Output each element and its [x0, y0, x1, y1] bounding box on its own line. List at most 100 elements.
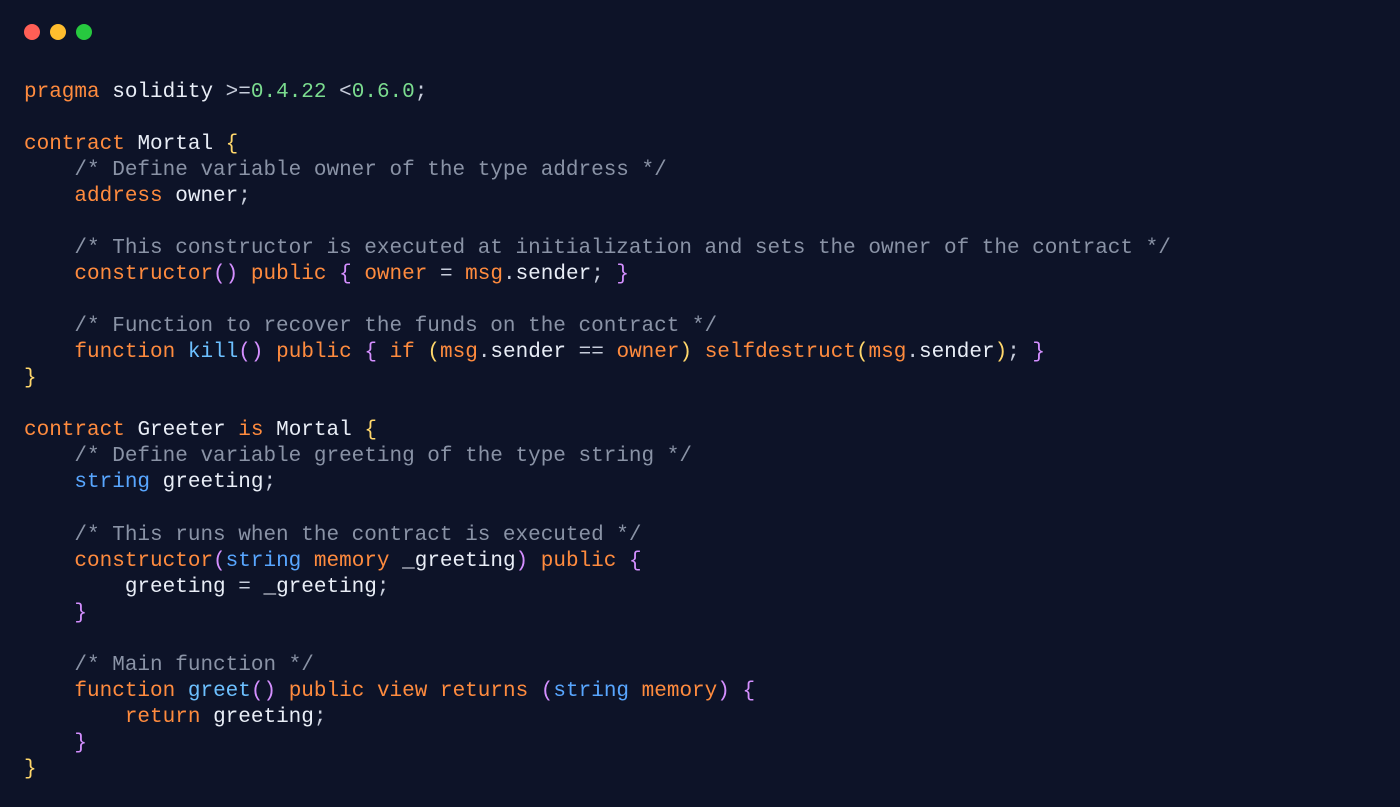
code-line: } [24, 757, 1376, 783]
minimize-icon[interactable] [50, 24, 66, 40]
code-token [301, 550, 314, 573]
code-token: /* Define variable owner of the type add… [74, 159, 666, 182]
code-token: owner [616, 341, 679, 364]
maximize-icon[interactable] [76, 24, 92, 40]
code-token: string [553, 680, 629, 703]
code-token: owner [364, 263, 427, 286]
code-token: public [276, 341, 352, 364]
code-token [24, 185, 74, 208]
code-token: ( [541, 680, 554, 703]
code-token: /* This runs when the contract is execut… [74, 524, 641, 547]
code-token [263, 419, 276, 442]
code-token [100, 81, 113, 104]
code-token: Mortal [276, 419, 352, 442]
code-line [24, 497, 1376, 523]
code-line [24, 392, 1376, 418]
code-token [427, 680, 440, 703]
code-token [24, 263, 74, 286]
code-token: { [364, 419, 377, 442]
code-token: is [238, 419, 263, 442]
code-token: msg [869, 341, 907, 364]
code-token [24, 680, 74, 703]
code-line: } [24, 601, 1376, 627]
code-token: /* Define variable greeting of the type … [74, 445, 692, 468]
code-token: ) [516, 550, 529, 573]
code-token [629, 680, 642, 703]
code-token: () [238, 341, 263, 364]
code-token: public [541, 550, 617, 573]
code-token: /* Main function */ [74, 654, 313, 677]
code-token: ) [717, 680, 730, 703]
code-token: sender [490, 341, 566, 364]
code-line: greeting = _greeting; [24, 575, 1376, 601]
code-token: ; [263, 471, 276, 494]
code-token: return [125, 706, 201, 729]
code-line: /* Main function */ [24, 653, 1376, 679]
code-line: contract Greeter is Mortal { [24, 418, 1376, 444]
code-token: 0.4.22 [251, 81, 327, 104]
code-token: kill [188, 341, 238, 364]
code-token: string [74, 471, 150, 494]
code-token: } [74, 732, 87, 755]
code-line: /* This runs when the contract is execut… [24, 523, 1376, 549]
code-token [327, 263, 340, 286]
code-line: pragma solidity >=0.4.22 <0.6.0; [24, 80, 1376, 106]
code-token: contract [24, 133, 125, 156]
code-token: ; [591, 263, 616, 286]
code-editor-window: pragma solidity >=0.4.22 <0.6.0; contrac… [0, 0, 1400, 785]
code-token: ) [995, 341, 1008, 364]
code-token: pragma [24, 81, 100, 104]
close-icon[interactable] [24, 24, 40, 40]
code-token: returns [440, 680, 528, 703]
code-token [125, 133, 138, 156]
code-token [352, 419, 365, 442]
code-token: /* Function to recover the funds on the … [74, 315, 717, 338]
code-token: _greeting [263, 576, 376, 599]
code-line: string greeting; [24, 470, 1376, 496]
code-token: () [213, 263, 238, 286]
code-token: address [74, 185, 162, 208]
code-token: . [906, 341, 919, 364]
code-token [175, 680, 188, 703]
code-token: } [1032, 341, 1045, 364]
code-line: /* Define variable owner of the type add… [24, 158, 1376, 184]
code-token [24, 315, 74, 338]
code-token: ; [415, 81, 428, 104]
code-token: greeting [125, 576, 226, 599]
code-token [692, 341, 705, 364]
code-token: selfdestruct [705, 341, 856, 364]
code-token [163, 185, 176, 208]
code-line: function kill() public { if (msg.sender … [24, 340, 1376, 366]
code-token [730, 680, 743, 703]
code-token [24, 445, 74, 468]
code-token: greeting [163, 471, 264, 494]
code-token: Greeter [137, 419, 225, 442]
code-token [24, 341, 74, 364]
code-area[interactable]: pragma solidity >=0.4.22 <0.6.0; contrac… [0, 40, 1400, 807]
code-token [327, 81, 340, 104]
code-token: == [566, 341, 616, 364]
code-token: ) [679, 341, 692, 364]
code-token [364, 680, 377, 703]
code-token: public [289, 680, 365, 703]
code-token [24, 576, 125, 599]
code-line: /* Function to recover the funds on the … [24, 314, 1376, 340]
code-token: function [74, 341, 175, 364]
code-token: constructor [74, 550, 213, 573]
code-line: /* Define variable greeting of the type … [24, 444, 1376, 470]
code-token [175, 341, 188, 364]
code-token [24, 706, 125, 729]
code-token: } [24, 367, 37, 390]
code-token [24, 654, 74, 677]
code-line: address owner; [24, 184, 1376, 210]
code-token: { [339, 263, 352, 286]
code-token [616, 550, 629, 573]
code-token: } [24, 758, 37, 781]
code-token: public [251, 263, 327, 286]
code-token [238, 263, 251, 286]
code-line: } [24, 731, 1376, 757]
code-token [24, 159, 74, 182]
code-token: } [616, 263, 629, 286]
code-token [390, 550, 403, 573]
code-token: { [226, 133, 239, 156]
